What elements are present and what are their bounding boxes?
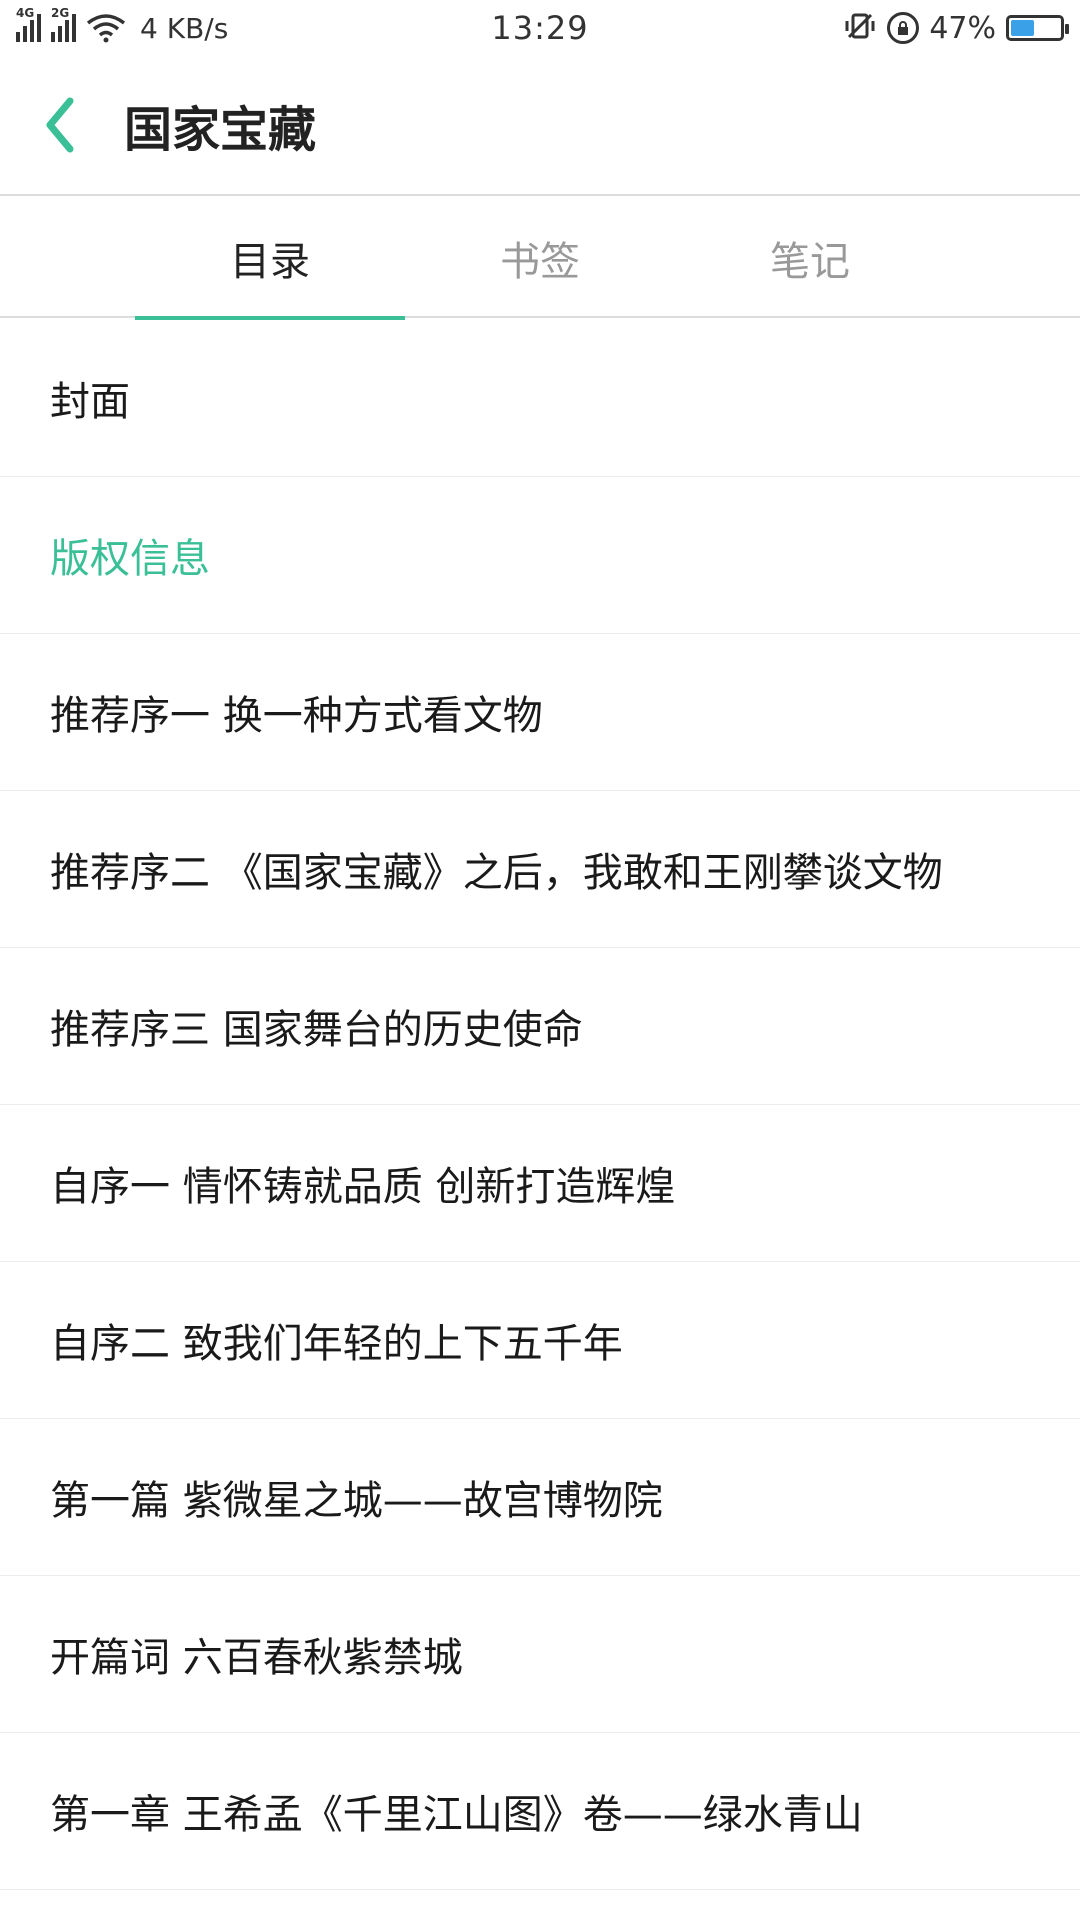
page-title: 国家宝藏 bbox=[124, 102, 317, 158]
status-right: 47% bbox=[843, 10, 1069, 46]
network-type-1: 4G bbox=[16, 6, 35, 20]
signal-4g-icon: 4G bbox=[16, 6, 41, 42]
toc-list: 封面 版权信息 推荐序一 换一种方式看文物 推荐序二 《国家宝藏》之后，我敢和王… bbox=[0, 320, 1080, 1890]
toc-item[interactable]: 推荐序二 《国家宝藏》之后，我敢和王刚攀谈文物 bbox=[0, 791, 1080, 948]
back-button[interactable] bbox=[0, 55, 120, 195]
tab-contents[interactable]: 目录 bbox=[135, 198, 405, 320]
chevron-left-icon bbox=[46, 97, 74, 153]
status-left: 4G 2G 4 KB/s bbox=[16, 6, 229, 45]
toc-item[interactable]: 自序二 致我们年轻的上下五千年 bbox=[0, 1262, 1080, 1419]
rotation-lock-icon bbox=[887, 12, 920, 44]
toc-item[interactable]: 第一篇 紫微星之城——故宫博物院 bbox=[0, 1419, 1080, 1576]
app-header: 国家宝藏 bbox=[0, 56, 1080, 196]
clock: 13:29 bbox=[491, 9, 589, 47]
tab-bookmarks[interactable]: 书签 bbox=[405, 198, 675, 318]
toc-item[interactable]: 开篇词 六百春秋紫禁城 bbox=[0, 1576, 1080, 1733]
signal-2g-icon: 2G bbox=[51, 6, 76, 42]
network-type-2: 2G bbox=[51, 6, 70, 20]
toc-item[interactable]: 推荐序一 换一种方式看文物 bbox=[0, 634, 1080, 791]
toc-item[interactable]: 自序一 情怀铸就品质 创新打造辉煌 bbox=[0, 1105, 1080, 1262]
battery-percent: 47% bbox=[929, 10, 996, 46]
status-bar: 4G 2G 4 KB/s 13:29 47% bbox=[0, 0, 1080, 56]
toc-item[interactable]: 封面 bbox=[0, 320, 1080, 477]
tab-bar: 目录 书签 笔记 bbox=[0, 198, 1080, 320]
tab-notes[interactable]: 笔记 bbox=[675, 198, 945, 318]
wifi-icon bbox=[86, 13, 126, 43]
battery-icon bbox=[1006, 15, 1069, 41]
toc-item-current[interactable]: 版权信息 bbox=[0, 477, 1080, 634]
vibrate-mute-icon bbox=[843, 11, 877, 45]
toc-item[interactable]: 第一章 王希孟《千里江山图》卷——绿水青山 bbox=[0, 1733, 1080, 1890]
toc-item[interactable]: 推荐序三 国家舞台的历史使命 bbox=[0, 948, 1080, 1105]
network-speed: 4 KB/s bbox=[140, 11, 229, 45]
